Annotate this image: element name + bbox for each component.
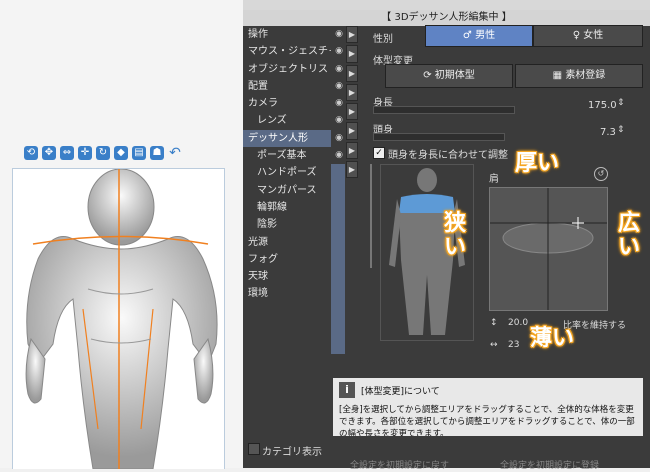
eye-icon[interactable]: ◉ <box>332 95 346 112</box>
category-list: 操作マウス・ジェスチャーオブジェクトリスト配置カメラレンズデッサン人形ポーズ基本… <box>243 26 331 436</box>
expand-arrow-icon[interactable]: ▶ <box>346 64 358 82</box>
category-item[interactable]: 操作 <box>243 26 331 43</box>
height-slider[interactable] <box>373 106 515 114</box>
undo-rotate-icon[interactable]: ↶ <box>168 146 182 160</box>
info-icon: i <box>339 382 355 398</box>
male-icon: ♂ <box>462 30 476 41</box>
mannequin-figure[interactable] <box>13 168 224 470</box>
annotation-narrow: 狭い <box>444 211 467 260</box>
head-ratio-slider[interactable] <box>373 133 505 141</box>
eye-icon[interactable]: ◉ <box>332 112 346 129</box>
model-frame <box>12 168 225 470</box>
info-title: [体型変更]について <box>361 387 440 397</box>
eye-icon[interactable]: ◉ <box>332 78 346 95</box>
annotation-wide: 広い <box>618 211 641 260</box>
category-toggle-label: カテゴリ表示 <box>262 447 322 458</box>
head-spinner-icon[interactable]: ⇕ <box>617 125 625 135</box>
expand-arrow-icon[interactable]: ▶ <box>346 122 358 140</box>
expand-arrow-icon[interactable]: ▶ <box>346 103 358 121</box>
camera-rotate-icon[interactable]: ⟲ <box>24 146 38 160</box>
preview-strip <box>243 0 650 10</box>
category-item[interactable]: 光源 <box>243 234 331 251</box>
register-all-button[interactable]: 全設定を初期設定に登録 <box>500 458 599 471</box>
expand-arrow-icon[interactable]: ▶ <box>346 26 358 44</box>
depth-icon: ↔ <box>490 340 498 350</box>
category-item[interactable]: マウス・ジェスチャー <box>243 43 331 60</box>
category-item[interactable]: デッサン人形 <box>243 129 331 148</box>
expand-arrow-icon[interactable]: ▶ <box>346 83 358 102</box>
category-toggle-checkbox[interactable] <box>248 443 260 455</box>
reset-region-icon[interactable]: ↺ <box>594 167 608 181</box>
category-item[interactable]: 輪郭線 <box>243 199 331 216</box>
width-value: 20.0 <box>508 318 529 328</box>
register-material-button[interactable]: ▦ 素材登録 <box>515 64 643 88</box>
category-item[interactable]: マンガパース <box>243 182 331 199</box>
camera-pan-icon[interactable]: ✥ <box>42 146 56 160</box>
rotate-object-icon[interactable]: ↻ <box>96 146 110 160</box>
category-item[interactable]: 環境 <box>243 285 331 302</box>
male-button[interactable]: ♂ 男性 <box>425 25 533 47</box>
expand-arrow-icon[interactable]: ▶ <box>346 45 358 63</box>
floor-snap-icon[interactable]: ▤ <box>132 146 146 160</box>
eye-icon[interactable]: ◉ <box>332 26 346 43</box>
annotation-thin: 薄い <box>530 326 575 351</box>
category-item[interactable]: ポーズ基本 <box>243 147 331 164</box>
category-item[interactable]: ハンドポーズ <box>243 164 331 181</box>
eye-icon[interactable]: ◉ <box>332 130 346 147</box>
cube-icon[interactable]: ◆ <box>114 146 128 160</box>
head-ratio-value[interactable]: 7.3 <box>600 127 616 138</box>
range-bracket <box>370 164 372 268</box>
expand-arrow-icon[interactable]: ▶ <box>346 161 358 179</box>
panel-title: 【 3Dデッサン人形編集中 】 <box>243 10 650 26</box>
category-item[interactable]: オブジェクトリスト <box>243 61 331 78</box>
depth-value: 23 <box>508 340 520 350</box>
height-spinner-icon[interactable]: ⇕ <box>617 98 625 108</box>
reset-shape-button[interactable]: ⟳ 初期体型 <box>385 64 513 88</box>
expand-column: ▶ ▶ ▶ ▶ ▶ ▶ ▶ ▶ <box>346 26 358 436</box>
info-body: [全身]を選択してから調整エリアをドラッグすることで、全体的な体格を変更できます… <box>339 405 635 439</box>
expand-arrow-icon[interactable]: ▶ <box>346 141 358 160</box>
category-item[interactable]: カメラ <box>243 95 331 112</box>
move-object-icon[interactable]: ✛ <box>78 146 92 160</box>
reset-icon: ⟳ <box>423 70 435 81</box>
gender-label: 性別 <box>373 34 393 45</box>
head-sync-label: 頭身を身長に合わせて調整 <box>388 150 508 161</box>
adjust-area[interactable] <box>489 187 608 311</box>
category-item[interactable]: 陰影 <box>243 216 331 233</box>
height-value[interactable]: 175.0 <box>588 100 617 111</box>
camera-move-icon[interactable]: ⇔ <box>60 146 74 160</box>
category-item[interactable]: レンズ <box>243 112 331 129</box>
annotation-thick: 厚い <box>515 151 560 176</box>
adjust-grid <box>490 188 607 310</box>
eye-icon[interactable]: ◉ <box>332 61 346 78</box>
region-label: 肩 <box>489 174 499 185</box>
register-icon: ▦ <box>552 70 566 81</box>
category-item[interactable]: フォグ <box>243 251 331 268</box>
head-sync-checkbox[interactable]: ✓ <box>373 147 385 159</box>
female-icon: ♀ <box>572 30 584 41</box>
width-icon: ↕ <box>490 318 498 328</box>
category-item[interactable]: 天球 <box>243 268 331 285</box>
eye-icon[interactable]: ◉ <box>332 147 346 164</box>
object-launcher-toolbar: ⟲ ✥ ⇔ ✛ ↻ ◆ ▤ ☗ ↶ <box>24 142 182 164</box>
female-button[interactable]: ♀ 女性 <box>533 25 643 47</box>
eye-icon[interactable]: ◉ <box>332 43 346 60</box>
reset-all-button[interactable]: 全設定を初期設定に戻す <box>350 458 449 471</box>
active-category-bar <box>331 164 345 354</box>
category-item[interactable]: 配置 <box>243 78 331 95</box>
pose-icon[interactable]: ☗ <box>150 146 164 160</box>
